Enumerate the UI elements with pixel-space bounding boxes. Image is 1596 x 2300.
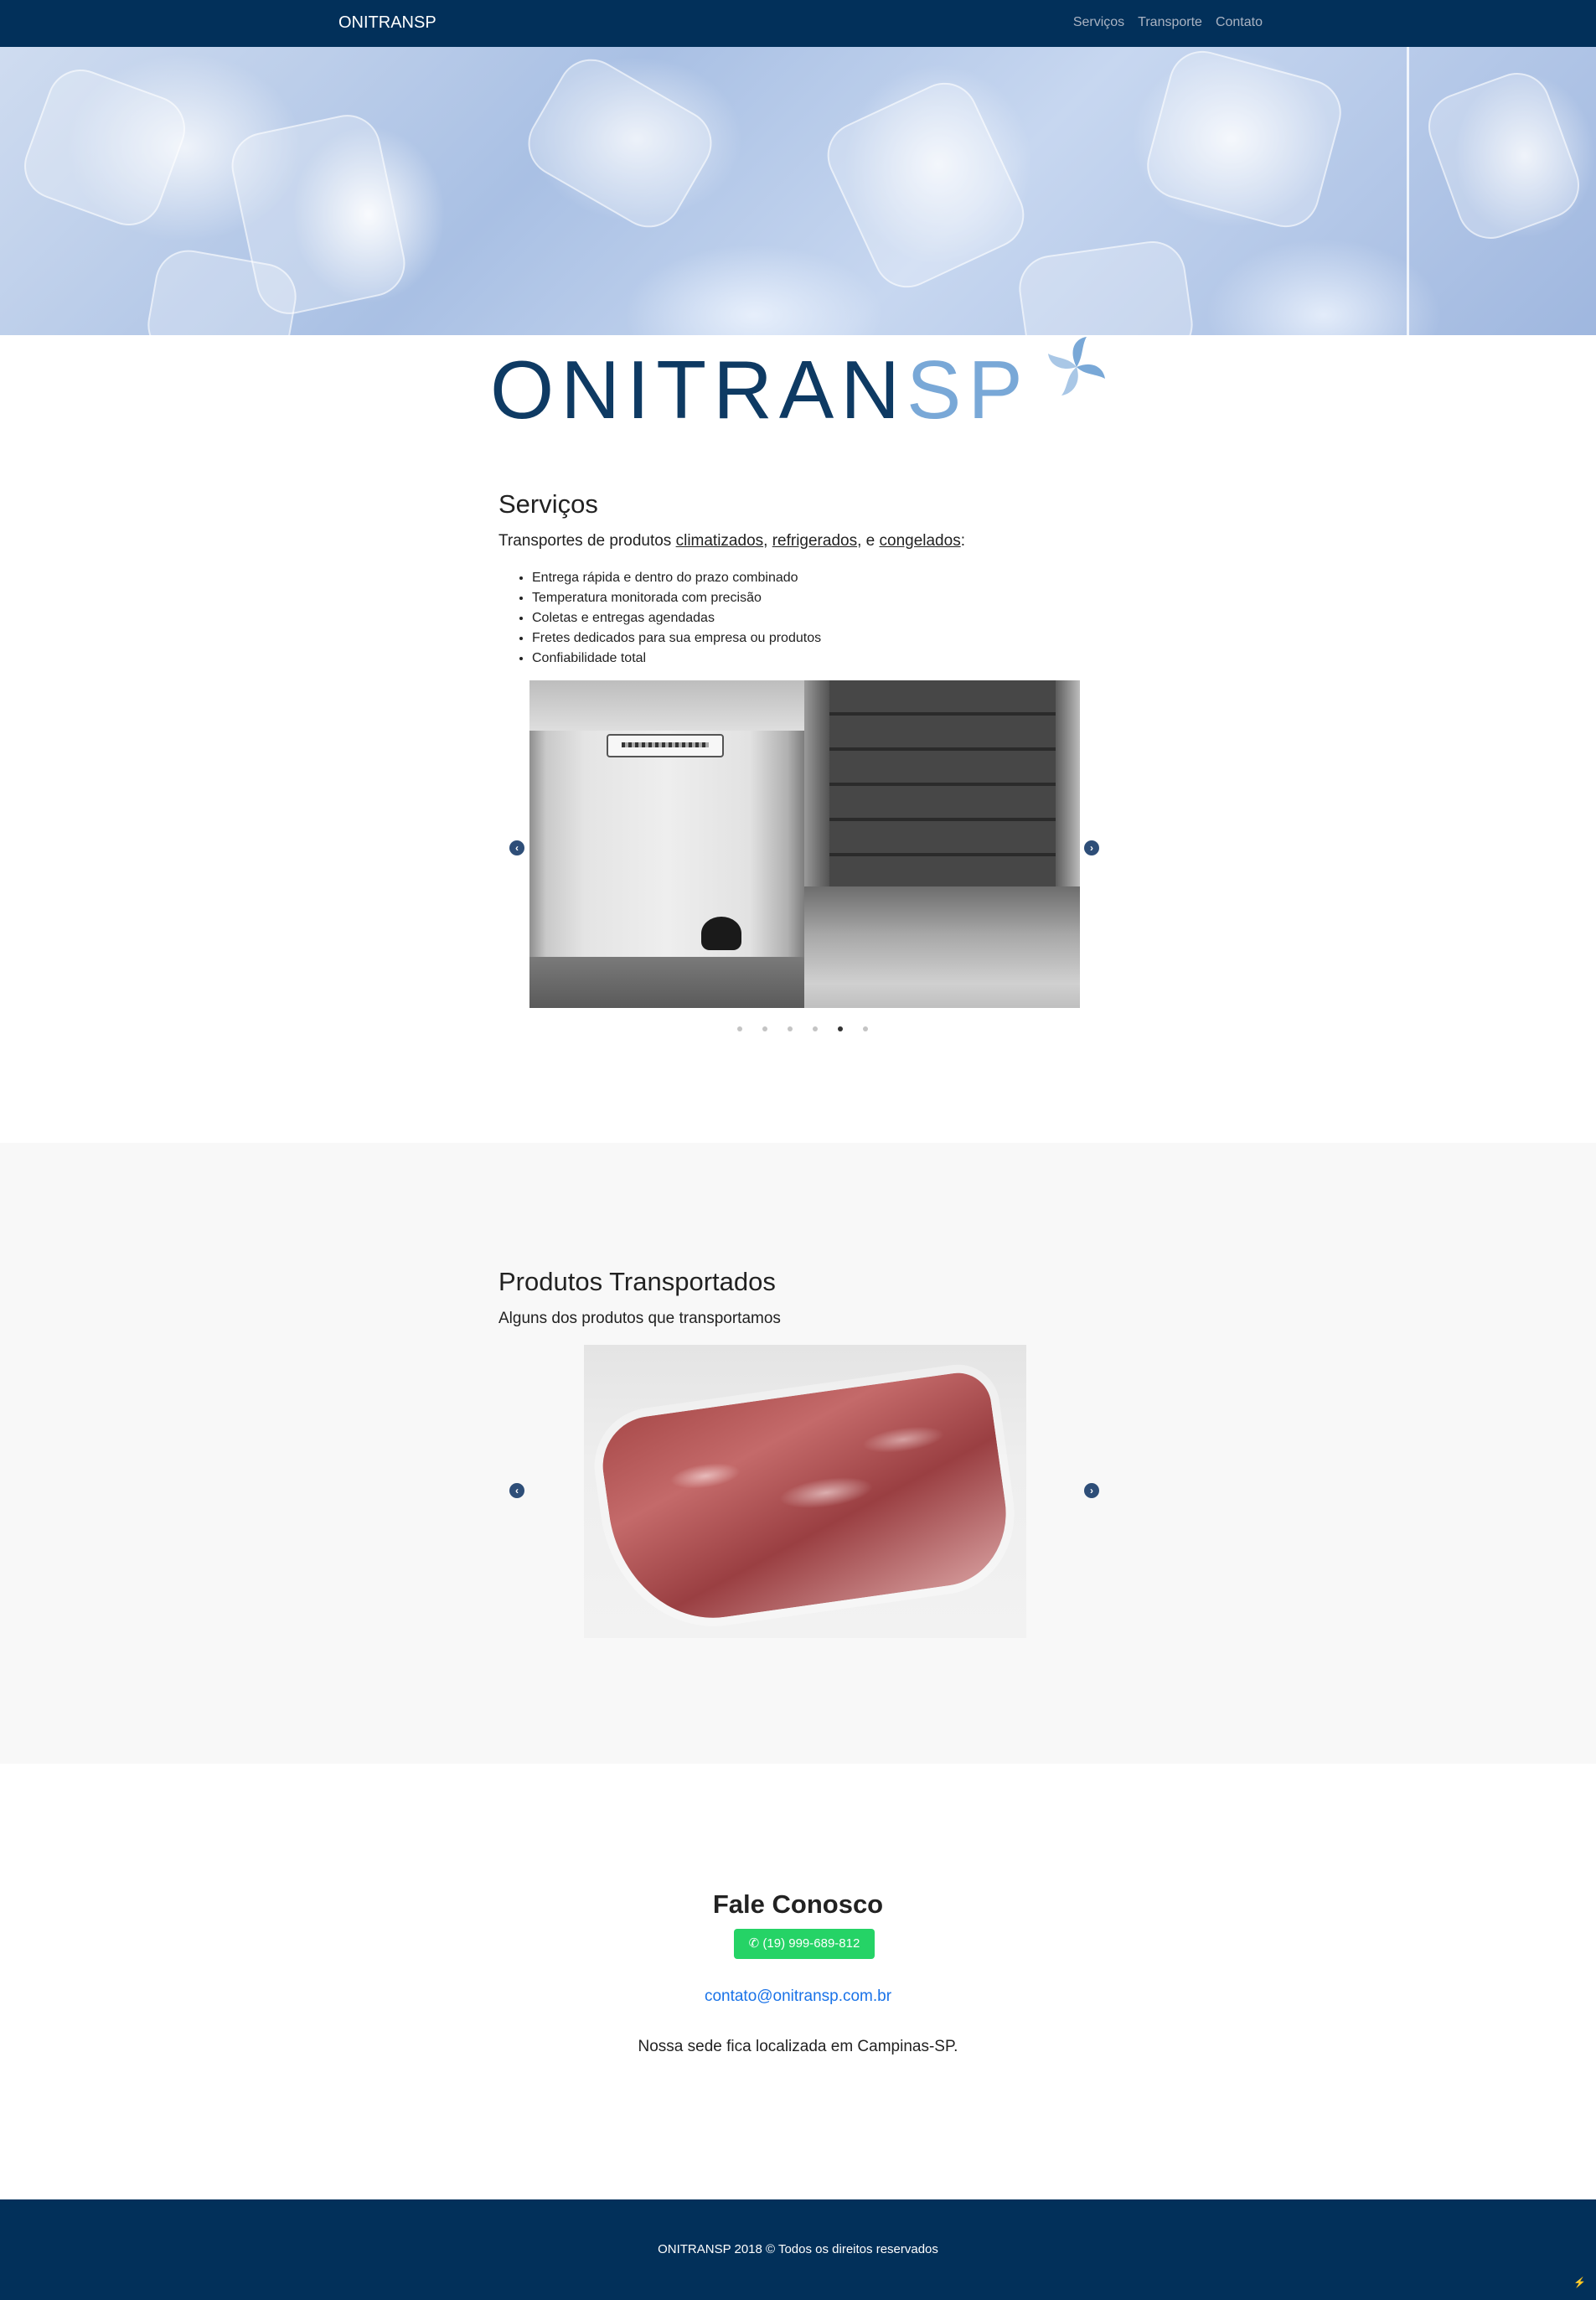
insulated-curtain-door bbox=[829, 680, 1056, 886]
list-item: Temperatura monitorada com precisão bbox=[532, 588, 821, 608]
list-item: Fretes dedicados para sua empresa ou pro… bbox=[532, 628, 821, 649]
footer-copyright: ONITRANSP 2018 © Todos os direitos reser… bbox=[658, 2242, 938, 2256]
link-refrigerados[interactable]: refrigerados bbox=[772, 532, 857, 550]
services-subtitle-prefix: Transportes de produtos bbox=[498, 532, 676, 550]
refrigeration-unit bbox=[607, 734, 724, 757]
nav-link-contato[interactable]: Contato bbox=[1216, 15, 1263, 30]
ice-cube bbox=[515, 47, 725, 240]
carousel-indicator[interactable] bbox=[788, 1026, 793, 1031]
ice-cube bbox=[14, 59, 195, 235]
whatsapp-icon: ✆ bbox=[748, 1936, 760, 1951]
hero-divider bbox=[1407, 47, 1409, 335]
products-subtitle: Alguns dos produtos que transportamos bbox=[498, 1310, 781, 1327]
carousel-indicator[interactable] bbox=[762, 1026, 767, 1031]
carousel-indicator-active[interactable] bbox=[838, 1026, 843, 1031]
cold-storage-door-image bbox=[804, 680, 1080, 1008]
hero-ice-banner bbox=[0, 47, 1596, 335]
footer: ONITRANSP 2018 © Todos os direitos reser… bbox=[0, 2199, 1596, 2300]
snowflake-swirl-icon bbox=[1048, 337, 1105, 395]
carousel-prev-button[interactable]: ‹ bbox=[509, 840, 524, 855]
navbar-brand[interactable]: ONITRANSP bbox=[338, 13, 436, 33]
carousel-indicators bbox=[737, 1026, 868, 1031]
services-sep-1: , bbox=[763, 532, 772, 550]
chevron-right-icon: › bbox=[1090, 1485, 1093, 1496]
onitransp-logo: ONITRANSP bbox=[490, 333, 1110, 451]
chevron-left-icon: ‹ bbox=[515, 842, 519, 854]
services-title: Serviços bbox=[498, 489, 598, 519]
contact-title: Fale Conosco bbox=[712, 1889, 884, 1919]
vacuum-packed-steak bbox=[596, 1368, 1016, 1631]
contact-email-link[interactable]: contato@onitransp.com.br bbox=[0, 1987, 1596, 2006]
contact-address: Nossa sede fica localizada em Campinas-S… bbox=[638, 2038, 958, 2055]
services-bullet-list: Entrega rápida e dentro do prazo combina… bbox=[532, 568, 821, 669]
ice-cube bbox=[1015, 236, 1197, 335]
products-next-button[interactable]: › bbox=[1084, 1483, 1099, 1498]
chevron-left-icon: ‹ bbox=[515, 1485, 519, 1496]
services-sep-2: , e bbox=[857, 532, 880, 550]
ice-cube bbox=[1418, 63, 1589, 249]
logo-wordmark: ONITRANSP bbox=[490, 349, 1030, 431]
list-item: Coletas e entregas agendadas bbox=[532, 608, 821, 628]
link-congelados[interactable]: congelados bbox=[880, 532, 961, 550]
carousel-indicator[interactable] bbox=[737, 1026, 742, 1031]
logo-text-light: SP bbox=[906, 344, 1030, 436]
nav-link-servicos[interactable]: Serviços bbox=[1073, 15, 1124, 30]
storage-floor bbox=[804, 886, 1080, 1008]
logo-text-dark: ONITRAN bbox=[490, 344, 906, 436]
carousel-indicator[interactable] bbox=[813, 1026, 818, 1031]
nav-link-transporte[interactable]: Transporte bbox=[1138, 15, 1202, 30]
carousel-next-button[interactable]: › bbox=[1084, 840, 1099, 855]
list-item: Entrega rápida e dentro do prazo combina… bbox=[532, 568, 821, 588]
corner-bolt-icon: ⚡ bbox=[1573, 2277, 1586, 2288]
whatsapp-number: (19) 999-689-812 bbox=[762, 1936, 860, 1951]
ice-cube bbox=[1139, 47, 1349, 235]
link-climatizados[interactable]: climatizados bbox=[676, 532, 764, 550]
ice-cube bbox=[816, 71, 1036, 299]
truck-ceiling bbox=[529, 680, 804, 731]
services-suffix: : bbox=[960, 532, 965, 550]
services-subtitle: Transportes de produtos climatizados, re… bbox=[498, 532, 965, 550]
services-carousel[interactable] bbox=[529, 680, 1080, 1008]
whatsapp-button[interactable]: ✆ (19) 999-689-812 bbox=[734, 1929, 875, 1959]
nav-links: Serviços Transporte Contato bbox=[1073, 15, 1263, 30]
truck-floor bbox=[529, 957, 804, 1008]
products-title: Produtos Transportados bbox=[498, 1267, 776, 1296]
products-prev-button[interactable]: ‹ bbox=[509, 1483, 524, 1498]
navbar: ONITRANSP Serviços Transporte Contato bbox=[0, 0, 1596, 47]
refrigerated-truck-interior-image bbox=[529, 680, 804, 1008]
truck-object bbox=[701, 917, 741, 950]
carousel-indicator[interactable] bbox=[863, 1026, 868, 1031]
frozen-meat-product-image bbox=[584, 1345, 1026, 1638]
list-item: Confiabilidade total bbox=[532, 649, 821, 669]
chevron-right-icon: › bbox=[1090, 842, 1093, 854]
